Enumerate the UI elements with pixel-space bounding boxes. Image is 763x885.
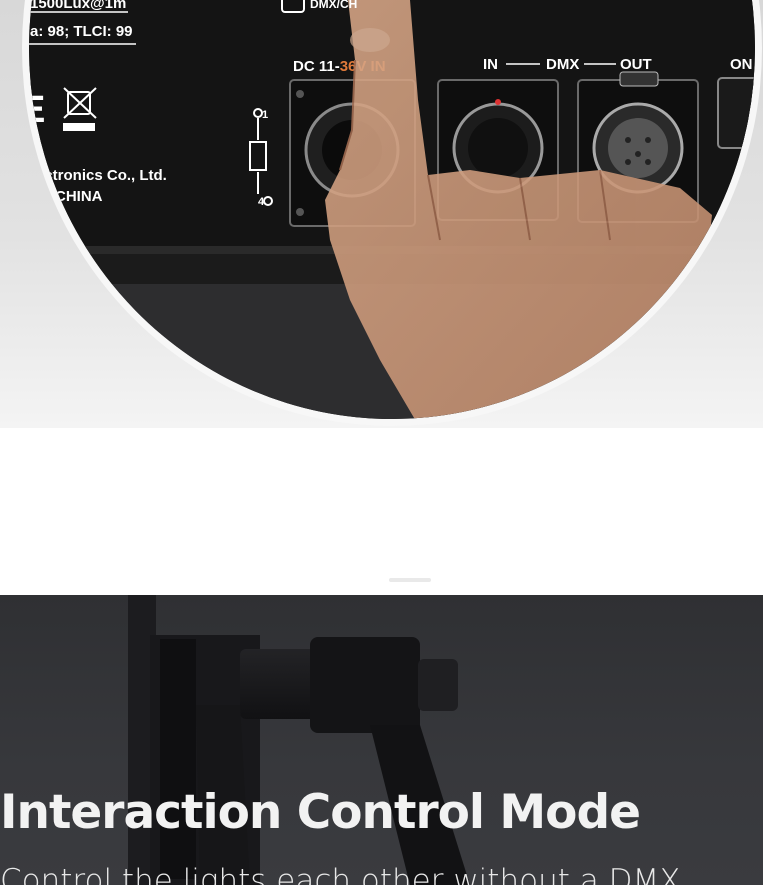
dmx-in-label: IN <box>483 56 498 73</box>
ce-mark: E <box>20 89 45 131</box>
dmx-mode-label: DMX/CH <box>310 0 357 11</box>
dc-input-label: DC 11- <box>293 58 340 75</box>
pin-4-label: 4 <box>258 196 265 208</box>
spec-cri-text: a: 98; TLCI: 99 <box>30 23 133 40</box>
spec-lux-text: 1500Lux@1m <box>30 0 126 12</box>
power-switch <box>717 77 755 149</box>
feature-title: Interaction Control Mode <box>0 785 641 840</box>
manufacturer-name: ectronics Co., Ltd. <box>36 167 167 184</box>
dmx-out-label: OUT <box>620 56 652 73</box>
mount-bracket-illustration <box>128 595 470 885</box>
power-on-label: ON <box>730 56 753 73</box>
pin-1-label: 1 <box>262 109 268 121</box>
interaction-control-section: Interaction Control Mode Control the lig… <box>0 595 763 885</box>
product-zoom-section: 1500Lux@1m a: 98; TLCI: 99 E ectronics C… <box>0 0 763 428</box>
manufacturer-country: N CHINA <box>40 188 103 205</box>
scroll-indicator <box>389 578 431 582</box>
section-spacer <box>0 428 763 595</box>
dmx-label: DMX <box>546 56 579 73</box>
feature-description: Control the lights each other without a … <box>0 863 681 885</box>
rear-panel-illustration: 1500Lux@1m a: 98; TLCI: 99 E ectronics C… <box>20 0 755 419</box>
